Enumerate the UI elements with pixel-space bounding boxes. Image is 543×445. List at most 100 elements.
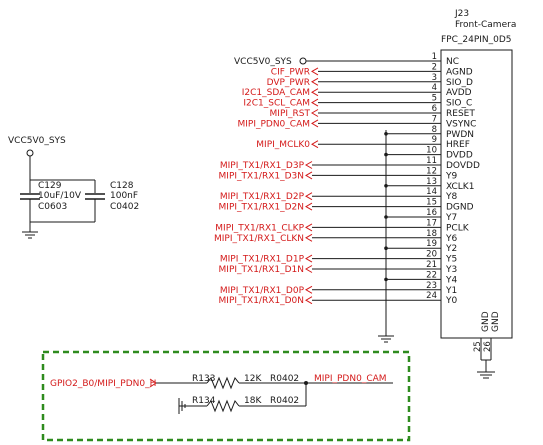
pin-24-net-label: MIPI_TX1/RX1_D0N [219, 296, 304, 306]
c129-package: C0603 [38, 202, 67, 212]
connector-subtitle: Front-Camera [455, 20, 516, 30]
pin-7-net-label: MIPI_PDN0_CAM [237, 119, 310, 129]
pin-2-net-arrow [311, 67, 319, 76]
pin-18-name: Y6 [445, 234, 457, 244]
pin-13-name: XCLK1 [446, 182, 474, 192]
pin-12-net-arrow [305, 171, 313, 180]
r134-ref: R134 [192, 396, 216, 406]
resistor-input-net: GPIO2_B0/MIPI_PDN0_H [50, 379, 156, 389]
pin-11-net-arrow [305, 161, 313, 169]
pin-23-name: Y1 [445, 286, 457, 296]
pin-20-number: 20 [426, 250, 437, 260]
pin-21-net-arrow [305, 265, 313, 273]
pin-3-net-label: DVP_PWR [267, 78, 310, 88]
pin-24-net-arrow [305, 296, 313, 305]
ground-symbol-connector [477, 371, 495, 379]
pin-19-name: Y2 [445, 244, 457, 254]
pin-17-net-arrow [305, 223, 313, 232]
pin-3-net-arrow [311, 77, 319, 86]
c129-value: 10uF/10V [38, 191, 82, 201]
pin-11-number: 11 [426, 156, 437, 166]
pin-15-net-label: MIPI_TX1/RX1_D2N [219, 203, 304, 213]
pin-24-number: 24 [426, 291, 437, 301]
r133-ref: R133 [192, 374, 215, 384]
pin-20-name: Y5 [445, 255, 457, 265]
pin-7-net-arrow [311, 119, 319, 128]
vcc-caps-label: VCC5V0_SYS [8, 136, 66, 146]
pin-6-name: RESET [446, 109, 475, 119]
ground-symbol-main [378, 330, 394, 343]
pin-3-number: 3 [432, 73, 437, 83]
pin-14-net-label: MIPI_TX1/RX1_D2P [220, 192, 305, 202]
pin-22-name: Y4 [445, 275, 457, 285]
pin-5-net-label: I2C1_SCL_CAM [243, 99, 310, 109]
capacitor-c129-symbol [20, 193, 40, 200]
connector-pins: 1 NC 2 AGND CIF_PWR 3 SIO_D DVP_PWR 4 AVDD I2C1_SD… [214, 52, 480, 306]
r134-package: R0402 [270, 396, 299, 406]
pin-23-net-arrow [305, 285, 313, 294]
pin-12-net-label: MIPI_TX1/RX1_D3N [219, 171, 304, 181]
vcc-caps-terminal [26, 149, 34, 157]
gnd-label-26: GND [491, 311, 501, 332]
pin-21-net-label: MIPI_TX1/RX1_D1N [219, 265, 304, 275]
pin-1-name: NC [446, 57, 459, 67]
pin-8-number: 8 [432, 125, 437, 135]
pin-26-number: 26 [483, 341, 493, 352]
pin-18-number: 18 [426, 229, 437, 239]
pin-6-net-arrow [311, 109, 319, 117]
pin-14-number: 14 [426, 187, 437, 197]
pin-9-net-label: MIPI_MCLK0 [256, 140, 310, 150]
pin-2-name: AGND [446, 67, 473, 77]
pin-14-net-arrow [305, 192, 313, 201]
pin-9-net-arrow [311, 140, 319, 149]
pin-6-number: 6 [432, 104, 437, 114]
pin-12-name: Y9 [445, 171, 457, 181]
pin-16-name: Y7 [445, 213, 457, 223]
c128-package: C0402 [110, 202, 139, 212]
pin-24-name: Y0 [445, 296, 457, 306]
pin-22-number: 22 [426, 270, 437, 280]
pin-10-name: DVDD [446, 151, 473, 161]
r134-value: 18K [244, 396, 262, 406]
capacitor-c128-symbol [85, 193, 105, 200]
gnd-label-25: GND [481, 311, 491, 332]
pin-23-net-label: MIPI_TX1/RX1_D0P [220, 286, 305, 296]
pin-14-name: Y8 [445, 192, 457, 202]
pin-23-number: 23 [426, 281, 437, 291]
resistor-block-frame [41, 350, 411, 442]
pin-4-name: AVDD [446, 88, 472, 98]
pin-9-number: 9 [432, 135, 437, 145]
pin-5-name: SIO_C [446, 99, 472, 109]
pin-7-name: VSYNC [446, 119, 476, 129]
pin-2-number: 2 [432, 62, 437, 72]
pin-6-net-label: MIPI_RST [270, 109, 311, 119]
pin-10-number: 10 [426, 146, 437, 156]
pin-17-number: 17 [426, 218, 437, 228]
connector-ref: J23 [454, 9, 469, 19]
pin-18-net-arrow [305, 233, 313, 242]
pin-13-number: 13 [426, 177, 437, 187]
pin-17-name: PCLK [446, 223, 470, 233]
pin-15-net-arrow [305, 202, 313, 211]
c129-ref: C129 [38, 181, 62, 191]
pin-20-net-arrow [305, 254, 313, 263]
c128-ref: C128 [110, 181, 134, 191]
resistor-output-net: MIPI_PDN0_CAM [314, 374, 387, 384]
pin-19-number: 19 [426, 239, 437, 249]
pin-21-name: Y3 [445, 265, 457, 275]
pin-5-number: 5 [432, 94, 437, 104]
pin-9-name: HREF [446, 140, 470, 150]
connector-part: FPC_24PIN_0D5 [441, 35, 512, 45]
pin-3-name: SIO_D [446, 78, 473, 88]
pin-2-net-label: CIF_PWR [271, 67, 310, 77]
schematic-svg: J23 Front-Camera FPC_24PIN_0D5 1 NC 2 AGND C… [8, 9, 516, 442]
pin-17-net-label: MIPI_TX1/RX1_CLKP [215, 223, 304, 233]
pin-18-net-label: MIPI_TX1/RX1_CLKN [214, 234, 304, 244]
pin-25-number: 25 [473, 341, 483, 352]
pin-4-number: 4 [432, 83, 437, 93]
pin-7-number: 7 [432, 114, 437, 124]
pin-1-number: 1 [432, 52, 437, 62]
pin-4-net-arrow [311, 88, 319, 97]
pin-15-number: 15 [426, 198, 437, 208]
pin-21-number: 21 [426, 260, 437, 270]
